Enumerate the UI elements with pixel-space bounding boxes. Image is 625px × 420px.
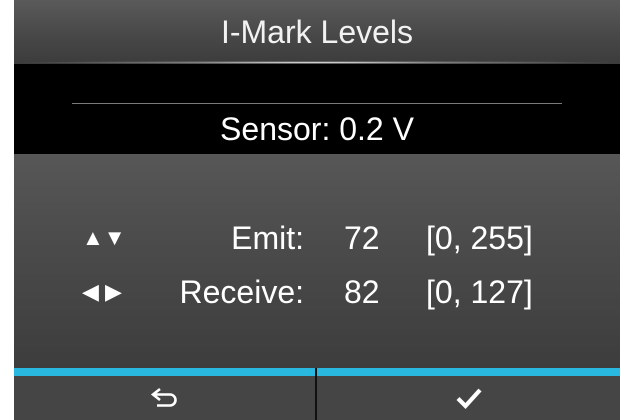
emit-range: [0, 255] <box>426 220 533 256</box>
emit-row[interactable]: ▲▼ Emit: 72 [0, 255] <box>14 216 620 260</box>
receive-row[interactable]: ◀ ▶ Receive: 82 [0, 127] <box>14 270 620 314</box>
screen-title: I-Mark Levels <box>220 14 414 50</box>
levels-panel: ▲▼ Emit: 72 [0, 255] ◀ ▶ Receive: 82 [0,… <box>14 154 620 368</box>
checkmark-icon <box>456 388 482 410</box>
softkey-bar <box>14 376 620 420</box>
receive-label: Receive: <box>179 274 305 310</box>
receive-value[interactable]: 82 <box>344 270 380 314</box>
printer-display: I-Mark Levels Sensor: 0.2 V ▲▼ Emit: 72 … <box>14 0 620 420</box>
sensor-value: Sensor: 0.2 V <box>220 111 414 147</box>
title-bar: I-Mark Levels <box>14 0 620 64</box>
return-arrow-icon <box>150 387 177 407</box>
emit-value[interactable]: 72 <box>344 216 380 260</box>
emit-label: Emit: <box>231 220 304 256</box>
left-right-arrows-icon: ◀ ▶ <box>82 279 122 304</box>
divider-line <box>72 103 562 104</box>
sensor-readout-band: Sensor: 0.2 V <box>14 64 620 154</box>
up-down-arrows-icon: ▲▼ <box>82 225 126 250</box>
confirm-button[interactable] <box>317 376 620 420</box>
softkey-accent-line <box>14 368 620 376</box>
softkey-divider <box>315 368 317 420</box>
back-button[interactable] <box>14 376 315 420</box>
receive-range: [0, 127] <box>426 274 533 310</box>
